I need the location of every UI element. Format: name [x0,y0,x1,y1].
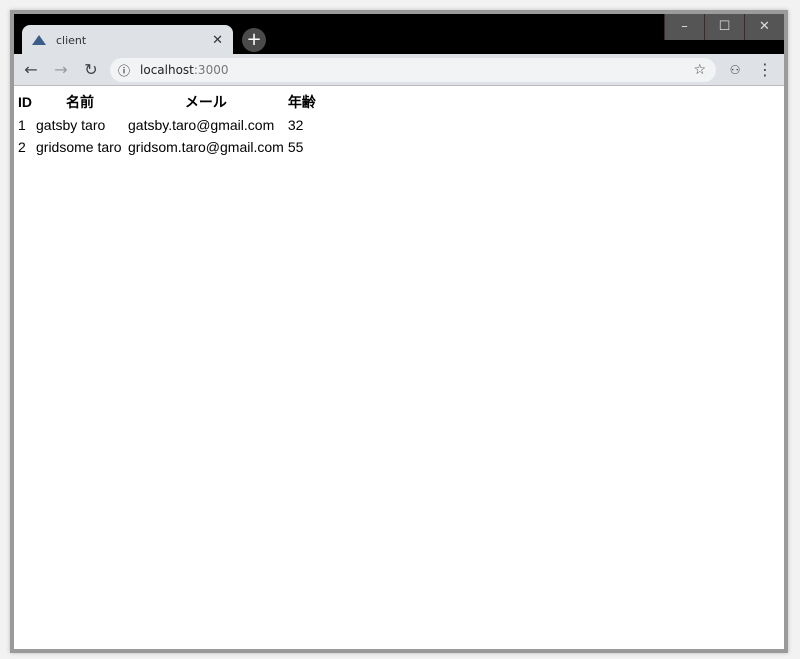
header-id: ID [18,94,32,110]
header-email: メール [184,94,227,110]
minimize-button[interactable]: – [664,14,704,40]
bookmark-star-icon[interactable]: ☆ [693,62,706,78]
users-table: ID 名前 メール 年齢 1 gatsby taro gatsby.taro@g… [15,89,319,159]
new-tab-button[interactable]: + [242,28,266,52]
title-bar: client ✕ + – ☐ ✕ [14,14,784,55]
close-tab-icon[interactable]: ✕ [212,33,223,48]
url-host: localhost [140,63,194,77]
tab-client[interactable]: client ✕ [22,25,233,55]
cell-age: 32 [287,117,304,133]
info-icon[interactable]: ⓘ [118,62,130,79]
cell-id: 1 [18,117,26,133]
toolbar: ← → ↻ ⓘ localhost:3000 ☆ ⚇ ⋮ [14,54,784,86]
cell-id: 2 [18,139,26,155]
cell-email: gridsom.taro@gmail.com [128,139,284,155]
tab-title: client [56,33,87,47]
forward-arrow-icon[interactable]: → [46,60,76,79]
table-row: 1 gatsby taro gatsby.taro@gmail.com 32 [17,115,317,135]
close-window-button[interactable]: ✕ [744,14,784,40]
table-row: 2 gridsome taro gridsom.taro@gmail.com 5… [17,137,317,157]
cell-age: 55 [287,139,304,155]
back-arrow-icon[interactable]: ← [16,60,46,79]
cell-name: gridsome taro [36,139,122,155]
menu-kebab-icon[interactable]: ⋮ [750,60,780,79]
browser-window: client ✕ + – ☐ ✕ ← → ↻ ⓘ localhost:3000 … [10,10,788,653]
reload-icon[interactable]: ↻ [76,60,106,79]
maximize-button[interactable]: ☐ [704,14,744,40]
table-header-row: ID 名前 メール 年齢 [17,91,317,113]
cell-name: gatsby taro [36,117,106,133]
incognito-icon[interactable]: ⚇ [720,63,750,77]
address-bar[interactable]: ⓘ localhost:3000 ☆ [110,58,716,82]
url-port: :3000 [193,63,229,77]
header-name: 名前 [66,94,94,110]
cell-email: gatsby.taro@gmail.com [128,117,275,133]
favicon-icon [32,35,46,45]
page-content: ID 名前 メール 年齢 1 gatsby taro gatsby.taro@g… [14,87,784,649]
header-age: 年齢 [287,94,316,110]
